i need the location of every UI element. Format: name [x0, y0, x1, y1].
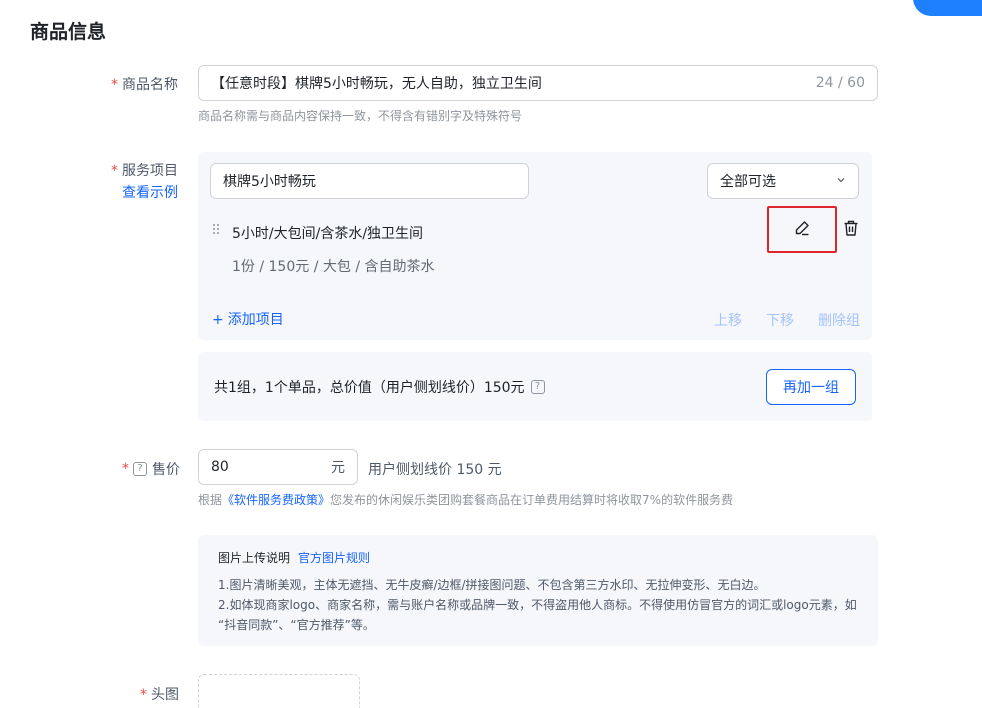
upload-rule-2: 2.如体现商家logo、商家名称，需与账户名称或品牌一致，不得盗用他人商标。不得… [218, 598, 857, 612]
product-name-hint: 商品名称需与商品内容保持一致，不得含有错别字及特殊符号 [198, 109, 523, 123]
service-item-title: 5小时/大包间/含茶水/独卫生间 [232, 226, 424, 242]
product-name-char-count: 24 / 60 [815, 75, 865, 91]
section-title: 商品信息 [30, 21, 107, 43]
service-label: * 服务项目 [111, 160, 178, 180]
cover-image-label: * 头图 [140, 684, 179, 704]
service-label-text: 服务项目 [122, 163, 178, 179]
move-up-button[interactable]: 上移 [714, 310, 742, 330]
top-action-button[interactable] [913, 0, 982, 16]
official-image-rules-link[interactable]: 官方图片规则 [298, 551, 370, 565]
group-select-value: 全部可选 [720, 174, 776, 190]
price-hint-suffix: 您发布的休闲娱乐类团购套餐商品在订单费用结算时将收取7%的软件服务费 [330, 493, 734, 507]
upload-instructions-title: 图片上传说明 官方图片规则 [218, 549, 370, 566]
price-hint: 根据《软件服务费政策》您发布的休闲娱乐类团购套餐商品在订单费用结算时将收取7%的… [198, 491, 733, 508]
pencil-icon [793, 219, 811, 241]
view-example-link[interactable]: 查看示例 [122, 182, 178, 202]
cover-image-label-text: 头图 [151, 687, 179, 703]
service-item-detail: 1份 / 150元 / 大包 / 含自助茶水 [232, 259, 435, 275]
product-name-label-text: 商品名称 [122, 77, 178, 93]
software-fee-policy-link[interactable]: 《软件服务费政策》 [222, 493, 330, 507]
trash-icon [842, 219, 860, 241]
upload-title-text: 图片上传说明 [218, 551, 291, 565]
edit-item-button[interactable] [767, 206, 837, 253]
required-mark: * [111, 163, 118, 179]
add-item-label: 添加项目 [227, 312, 284, 328]
add-group-button[interactable]: 再加一组 [766, 369, 856, 405]
summary-text: 共1组，1个单品，总价值（用户侧划线价）150元 ? [214, 377, 545, 397]
price-label-text: 售价 [152, 462, 180, 478]
price-label: * ? 售价 [122, 459, 180, 479]
price-value: 80 [211, 459, 229, 475]
cover-image-upload[interactable] [198, 674, 360, 708]
group-name-value: 棋牌5小时畅玩 [223, 174, 316, 190]
price-unit: 元 [331, 460, 345, 476]
delete-group-button[interactable]: 删除组 [818, 310, 860, 330]
price-hint-prefix: 根据 [198, 493, 223, 507]
product-name-input[interactable]: 【任意时段】棋牌5小时畅玩，无人自助，独立卫生间 24 / 60 [198, 65, 878, 101]
add-item-button[interactable]: + 添加项目 [212, 309, 284, 329]
drag-handle-icon[interactable] [212, 223, 222, 235]
product-name-label: * 商品名称 [111, 74, 178, 94]
upload-rule-2-cont: “抖音同款”、“官方推荐”等。 [218, 618, 375, 632]
summary-text-content: 共1组，1个单品，总价值（用户侧划线价）150元 [214, 380, 525, 396]
required-mark: * [140, 687, 147, 703]
move-down-button[interactable]: 下移 [766, 310, 794, 330]
chevron-down-icon [836, 175, 846, 188]
group-name-input[interactable]: 棋牌5小时畅玩 [210, 163, 529, 199]
plus-icon: + [212, 312, 224, 328]
question-icon[interactable]: ? [530, 380, 545, 394]
product-name-value: 【任意时段】棋牌5小时畅玩，无人自助，独立卫生间 [211, 76, 542, 92]
question-icon[interactable]: ? [133, 462, 147, 476]
group-select[interactable]: 全部可选 [707, 163, 859, 199]
required-mark: * [111, 77, 118, 93]
list-price-text: 用户侧划线价 150 元 [368, 462, 502, 478]
upload-rule-1: 1.图片清晰美观，主体无遮挡、无牛皮癣/边框/拼接图问题、不包含第三方水印、无拉… [218, 578, 766, 592]
required-mark: * [122, 461, 129, 477]
price-input[interactable]: 80 元 [198, 449, 358, 485]
delete-item-button[interactable] [840, 219, 862, 241]
